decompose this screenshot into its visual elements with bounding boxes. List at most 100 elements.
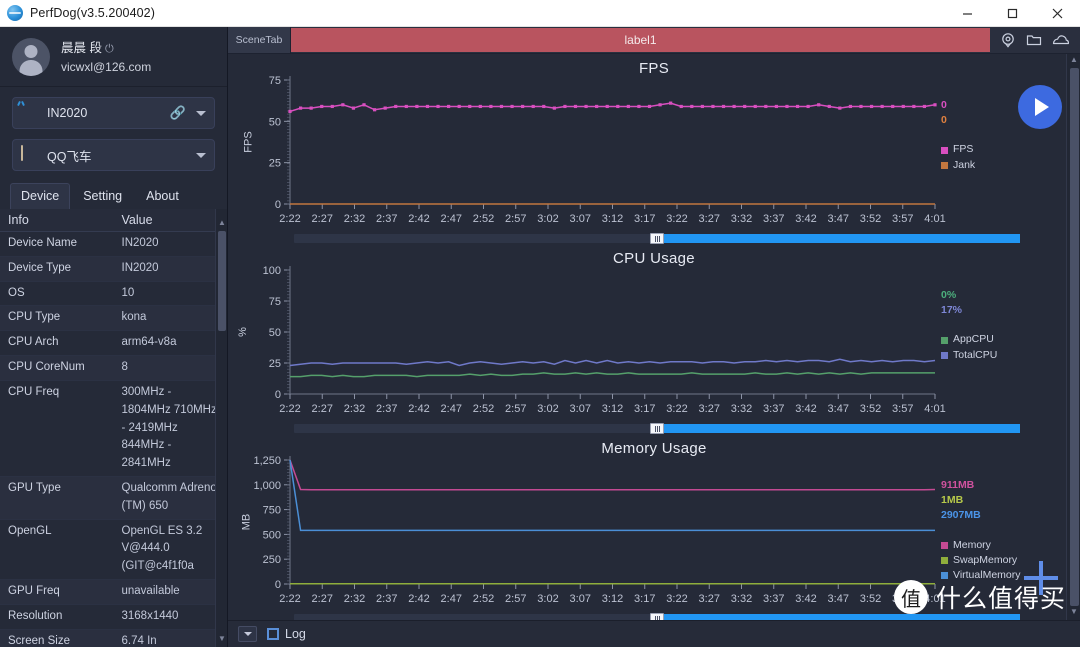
folder-icon[interactable] — [1026, 32, 1042, 48]
x-tick-label: 2:27 — [312, 593, 333, 605]
y-tick-label: 50 — [269, 116, 281, 128]
app-selector[interactable]: QQ飞车 — [12, 139, 215, 171]
scroll-down-icon[interactable]: ▼ — [1069, 607, 1079, 619]
x-tick-label: 2:52 — [473, 403, 494, 415]
x-tick-label: 2:52 — [473, 213, 494, 225]
minimize-button[interactable] — [945, 0, 990, 27]
table-row[interactable]: Device Name IN2020 — [0, 231, 227, 257]
play-button[interactable] — [1018, 85, 1062, 129]
scroll-down-icon[interactable]: ▼ — [216, 633, 227, 645]
tab-setting[interactable]: Setting — [72, 183, 133, 209]
time-range-grip[interactable] — [650, 233, 664, 244]
table-row[interactable]: Device Type IN2020 — [0, 256, 227, 282]
x-tick-label: 2:57 — [505, 593, 526, 605]
info-key: CPU Type — [0, 305, 114, 332]
cloud-icon[interactable] — [1052, 32, 1070, 48]
time-range-scrollbar[interactable] — [294, 423, 1020, 434]
log-checkbox[interactable]: Log — [267, 627, 306, 641]
time-range-grip[interactable] — [650, 613, 664, 620]
sidebar-scrollbar[interactable]: ▲ ▼ — [215, 209, 227, 647]
table-row[interactable]: CPU Freq 300MHz - 1804MHz 710MHz - 2419MH… — [0, 380, 227, 477]
x-tick-label: 3:52 — [860, 593, 881, 605]
add-chart-button[interactable] — [1024, 561, 1058, 595]
table-row[interactable]: CPU Type kona — [0, 305, 227, 332]
avatar[interactable] — [12, 37, 50, 76]
main-panel: SceneTab label1 FPS FPS 0 25 50 75 2:22 2:27 2:3… — [228, 27, 1080, 647]
time-range-fill[interactable] — [657, 424, 1020, 433]
x-tick-label: 3:47 — [828, 403, 849, 415]
info-key: CPU Freq — [0, 380, 114, 477]
legend-swatch — [941, 146, 948, 154]
time-range-fill[interactable] — [657, 234, 1020, 243]
table-row[interactable]: OpenGL OpenGL ES 3.2 V@444.0 (GIT@c4f1f0a — [0, 519, 227, 581]
usb-link-icon[interactable]: 🔗 — [170, 105, 186, 121]
scene-tab-button[interactable]: SceneTab — [228, 27, 291, 53]
legend-entry[interactable]: AppCPU — [941, 332, 1074, 347]
info-value: IN2020 — [113, 256, 227, 282]
time-range-fill[interactable] — [657, 614, 1020, 620]
info-value: arm64-v8a — [113, 330, 227, 357]
table-row[interactable]: Resolution 3168x1440 — [0, 604, 227, 630]
sidebar: 晨晨 段 ⏻ vicwxl@126.com IN2020 🔗 QQ飞车 Devic… — [0, 27, 228, 647]
tab-device[interactable]: Device — [10, 183, 71, 209]
x-tick-label: 3:27 — [699, 593, 720, 605]
charts-scrollbar[interactable]: ▲ ▼ — [1066, 54, 1080, 620]
legend-entry[interactable]: Jank — [941, 158, 1074, 173]
info-value: IN2020 — [113, 231, 227, 257]
legend-label: SwapMemory — [953, 553, 1018, 566]
scroll-up-icon[interactable]: ▲ — [216, 217, 227, 229]
scrollbar-thumb[interactable] — [1070, 68, 1079, 606]
legend-label: AppCPU — [953, 333, 994, 346]
x-tick-label: 3:07 — [570, 593, 591, 605]
time-range-grip[interactable] — [650, 423, 664, 434]
table-row[interactable]: CPU Arch arm64-v8a — [0, 330, 227, 357]
col-value: Value — [113, 209, 227, 232]
power-icon[interactable]: ⏻ — [105, 43, 114, 55]
close-button[interactable] — [1035, 0, 1080, 27]
y-tick-label: 1,000 — [253, 480, 281, 492]
checkbox-box[interactable] — [267, 628, 279, 640]
legend-entry[interactable]: FPS — [941, 142, 1074, 157]
legend-label: VirtualMemory — [953, 569, 1021, 582]
chevron-down-icon[interactable] — [196, 152, 206, 158]
legend-entry[interactable]: TotalCPU — [941, 348, 1074, 363]
info-value: OpenGL ES 3.2 V@444.0 (GIT@c4f1f0a — [113, 519, 227, 581]
info-key: Screen Size — [0, 629, 114, 647]
x-tick-label: 3:57 — [892, 213, 913, 225]
x-tick-label: 3:12 — [602, 593, 623, 605]
legend-entry[interactable]: Memory — [941, 538, 1074, 553]
x-tick-label: 4:01 — [924, 593, 945, 605]
table-row[interactable]: CPU CoreNum 8 — [0, 355, 227, 381]
device-info-table: Info Value Device Name IN2020 Device Type I… — [0, 209, 227, 647]
table-row[interactable]: OS 10 — [0, 281, 227, 307]
scene-label-bar[interactable]: label1 — [291, 28, 990, 52]
scroll-up-icon[interactable]: ▲ — [1069, 55, 1079, 67]
game-app-icon — [21, 145, 39, 164]
x-tick-label: 2:42 — [408, 213, 429, 225]
window-controls — [945, 0, 1080, 27]
time-range-scrollbar[interactable] — [294, 613, 1020, 620]
table-row[interactable]: GPU Type Qualcomm Adreno (TM) 650 — [0, 476, 227, 520]
expand-panel-button[interactable] — [238, 626, 257, 642]
maximize-button[interactable] — [990, 0, 1035, 27]
legend-swatch — [941, 351, 948, 359]
tab-about[interactable]: About — [135, 183, 190, 209]
x-tick-label: 3:22 — [666, 593, 687, 605]
info-key: OS — [0, 281, 114, 307]
table-row[interactable]: GPU Freq unavailable — [0, 579, 227, 605]
device-selector[interactable]: IN2020 🔗 — [12, 97, 215, 129]
time-range-scrollbar[interactable] — [294, 233, 1020, 244]
x-tick-label: 3:12 — [602, 403, 623, 415]
info-value: 3168x1440 — [113, 604, 227, 630]
table-row[interactable]: Screen Size 6.74 In — [0, 629, 227, 647]
account-panel: 晨晨 段 ⏻ vicwxl@126.com — [0, 27, 227, 87]
legend-swatch — [941, 572, 948, 580]
x-tick-label: 3:42 — [795, 593, 816, 605]
target-icon[interactable] — [1000, 32, 1016, 48]
scrollbar-thumb[interactable] — [218, 231, 226, 331]
legend-readout: 911MB — [941, 479, 975, 491]
x-tick-label: 3:27 — [699, 213, 720, 225]
chevron-down-icon[interactable] — [196, 110, 206, 116]
x-tick-label: 3:52 — [860, 403, 881, 415]
x-tick-label: 2:37 — [376, 403, 397, 415]
